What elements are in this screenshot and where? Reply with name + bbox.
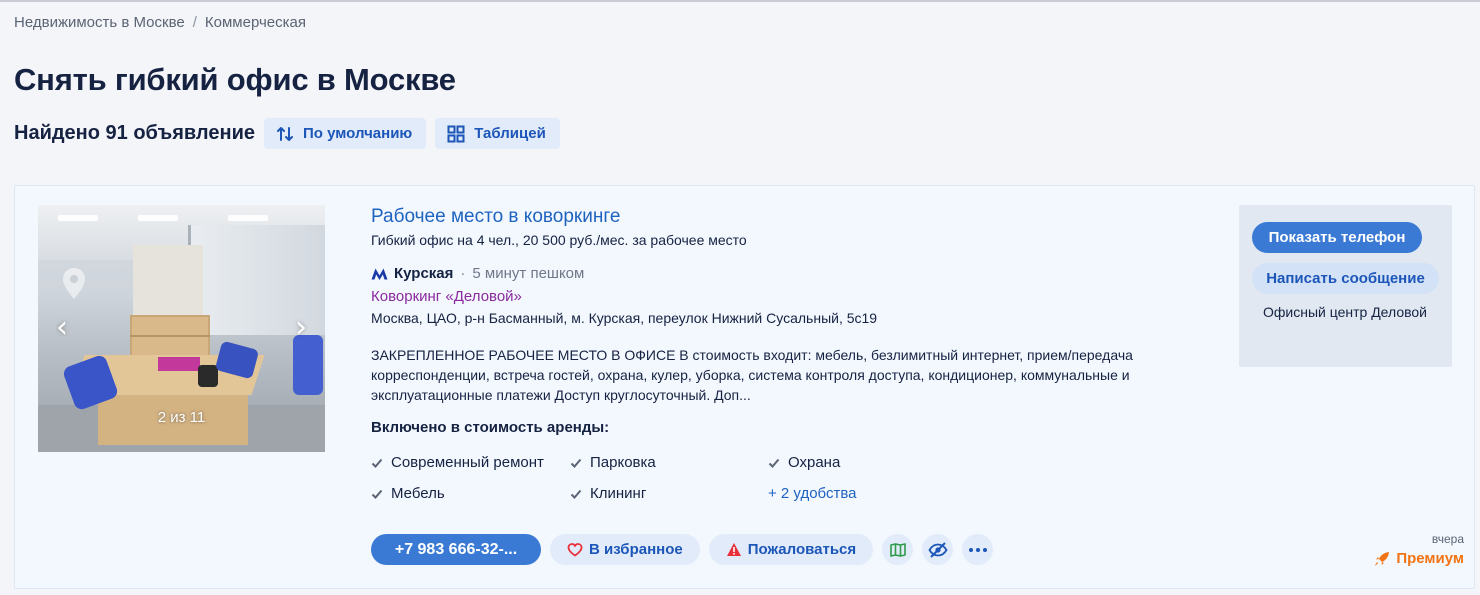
amenity-label: Современный ремонт <box>391 454 544 471</box>
photo-lamp <box>198 365 218 387</box>
amenities-list: Современный ремонт Парковка Охрана Мебел… <box>371 454 891 508</box>
heart-icon <box>567 542 583 557</box>
company-name[interactable]: Офисный центр Деловой <box>1263 304 1433 320</box>
premium-badge: Премиум <box>1374 550 1464 567</box>
listing-date: вчера <box>1431 532 1464 546</box>
sort-arrows-icon <box>277 126 293 141</box>
contact-sidebar: Показать телефон Написать сообщение Офис… <box>1239 205 1452 367</box>
listing-photo[interactable]: ‹ › 2 из 11 <box>38 205 325 452</box>
top-divider <box>0 0 1480 2</box>
breadcrumb: Недвижимость в Москве / Коммерческая <box>14 14 306 31</box>
view-table-button[interactable]: Таблицей <box>435 118 560 149</box>
hide-button[interactable] <box>922 534 954 565</box>
favorite-button[interactable]: В избранное <box>550 534 700 565</box>
check-icon <box>570 458 582 468</box>
metro-separator: · <box>460 265 466 282</box>
listing-address: Москва, ЦАО, р-н Басманный, м. Курская, … <box>371 310 878 326</box>
listing-subtitle: Гибкий офис на 4 чел., 20 500 руб./мес. … <box>371 232 747 248</box>
amenity-item: Мебель <box>371 485 445 502</box>
amenity-item: Парковка <box>570 454 656 471</box>
favorite-label: В избранное <box>589 541 683 558</box>
coworking-link[interactable]: Коворкинг «Деловой» <box>371 288 1171 305</box>
page-title: Снять гибкий офис в Москве <box>14 62 456 97</box>
write-message-button[interactable]: Написать сообщение <box>1252 263 1439 294</box>
map-pin-icon <box>63 268 85 299</box>
listing-actions: +7 983 666-32-... В избранное Пожаловать… <box>371 534 994 565</box>
listing-description: ЗАКРЕПЛЕННОЕ РАБОЧЕЕ МЕСТО В ОФИСЕ В сто… <box>371 347 1133 403</box>
amenities-more-link[interactable]: + 2 удобства <box>768 485 856 502</box>
map-button[interactable] <box>882 534 914 565</box>
results-toolbar: Найдено 91 объявление По умолчанию Табли… <box>14 118 560 149</box>
amenity-label: Парковка <box>590 454 656 471</box>
check-icon <box>371 458 383 468</box>
amenity-item: Охрана <box>768 454 840 471</box>
breadcrumb-separator: / <box>192 14 197 31</box>
included-title: Включено в стоимость аренды: <box>371 419 610 436</box>
amenity-label: Охрана <box>788 454 841 471</box>
amenity-label: Клининг <box>590 485 647 502</box>
listing-card[interactable]: ‹ › 2 из 11 Рабочее место в коворкинге Г… <box>14 185 1475 589</box>
more-button[interactable] <box>962 534 994 565</box>
complain-label: Пожаловаться <box>747 541 857 558</box>
sort-label: По умолчанию <box>303 125 413 142</box>
metro-icon <box>371 268 388 280</box>
warning-icon <box>726 543 741 556</box>
metro-row: Курская · 5 минут пешком <box>371 265 1171 282</box>
phone-button[interactable]: +7 983 666-32-... <box>371 534 541 565</box>
check-icon <box>371 489 383 499</box>
show-phone-button[interactable]: Показать телефон <box>1252 222 1422 253</box>
amenity-item: Клининг <box>570 485 646 502</box>
photo-light <box>58 215 98 221</box>
grid-icon <box>447 125 465 142</box>
view-label: Таблицей <box>474 125 546 142</box>
more-dots-icon <box>968 547 987 552</box>
complain-button[interactable]: Пожаловаться <box>708 534 874 565</box>
photo-light <box>138 215 178 221</box>
photo-light <box>228 215 268 221</box>
results-count: Найдено 91 объявление <box>14 122 255 144</box>
check-icon <box>768 458 780 468</box>
amenities-more: + 2 удобства <box>768 485 856 502</box>
metro-station[interactable]: Курская <box>394 265 453 282</box>
breadcrumb-link-realty[interactable]: Недвижимость в Москве <box>14 14 185 31</box>
premium-label: Премиум <box>1396 550 1464 567</box>
rocket-icon <box>1375 551 1390 566</box>
sort-button[interactable]: По умолчанию <box>264 118 427 149</box>
metro-walk-time: 5 минут пешком <box>472 265 585 282</box>
eye-off-icon <box>928 541 948 558</box>
photo-next-arrow-icon[interactable]: › <box>295 310 307 345</box>
listing-title-link[interactable]: Рабочее место в коворкинге <box>371 206 1171 228</box>
photo-counter: 2 из 11 <box>157 409 206 426</box>
map-icon <box>889 542 906 557</box>
breadcrumb-link-commercial[interactable]: Коммерческая <box>205 14 306 31</box>
amenity-label: Мебель <box>391 485 445 502</box>
photo-shelf-line <box>130 335 210 337</box>
check-icon <box>570 489 582 499</box>
photo-prev-arrow-icon[interactable]: ‹ <box>56 310 68 345</box>
photo-tray <box>158 357 200 371</box>
listing-info: Рабочее место в коворкинге Гибкий офис н… <box>371 206 1171 436</box>
amenity-item: Современный ремонт <box>371 454 544 471</box>
